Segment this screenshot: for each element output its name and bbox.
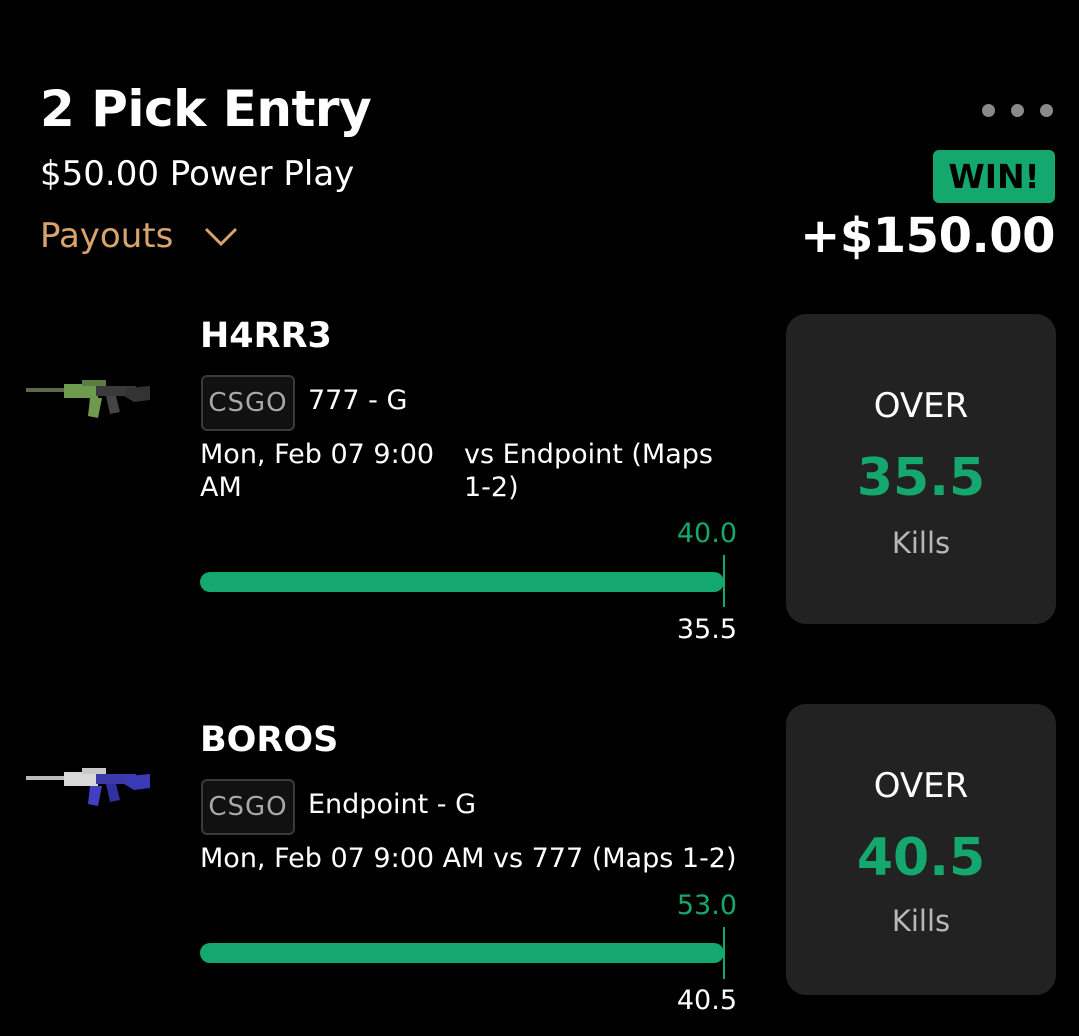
progress-bar xyxy=(200,572,724,592)
player-name: H4RR3 xyxy=(200,316,332,356)
player-name: BOROS xyxy=(200,720,339,760)
game-info: Mon, Feb 07 9:00 AM vs 777 (Maps 1-2) xyxy=(200,843,737,874)
projection-value: 35.5 xyxy=(856,448,986,508)
projection-card[interactable]: OVER 35.5 Kills xyxy=(786,314,1056,624)
league-tag: CSGO xyxy=(201,779,295,835)
more-options-button[interactable] xyxy=(982,104,1053,117)
stat-type: Kills xyxy=(891,904,951,938)
payouts-toggle[interactable]: Payouts xyxy=(40,216,239,256)
result-badge: WIN! xyxy=(933,150,1055,203)
actual-value: 53.0 xyxy=(676,890,737,921)
league-tag: CSGO xyxy=(201,375,295,431)
more-dot-icon xyxy=(1011,104,1024,117)
page-title: 2 Pick Entry xyxy=(40,80,372,138)
pick-direction: OVER xyxy=(873,766,969,806)
chevron-down-icon xyxy=(205,227,238,247)
line-marker xyxy=(723,927,725,979)
line-value: 40.5 xyxy=(676,985,737,1016)
more-dot-icon xyxy=(1040,104,1053,117)
line-marker xyxy=(723,555,725,607)
team-label: Endpoint - G xyxy=(308,789,476,820)
team-label: 777 - G xyxy=(308,385,408,416)
game-opponent: vs Endpoint (Maps 1-2) xyxy=(464,439,713,503)
payout-amount: +$150.00 xyxy=(800,208,1055,264)
actual-value: 40.0 xyxy=(676,518,737,549)
projection-card[interactable]: OVER 40.5 Kills xyxy=(786,704,1056,995)
line-value: 35.5 xyxy=(676,614,737,645)
entry-type: $50.00 Power Play xyxy=(40,154,355,194)
more-dot-icon xyxy=(982,104,995,117)
payouts-label: Payouts xyxy=(40,216,174,256)
projection-value: 40.5 xyxy=(856,828,986,888)
rifle-blue-icon xyxy=(26,768,150,806)
progress-bar xyxy=(200,943,724,963)
pick-direction: OVER xyxy=(873,386,969,426)
stat-type: Kills xyxy=(891,526,951,560)
game-date: Mon, Feb 07 9:00 AM xyxy=(200,439,435,503)
rifle-green-icon xyxy=(26,380,150,418)
